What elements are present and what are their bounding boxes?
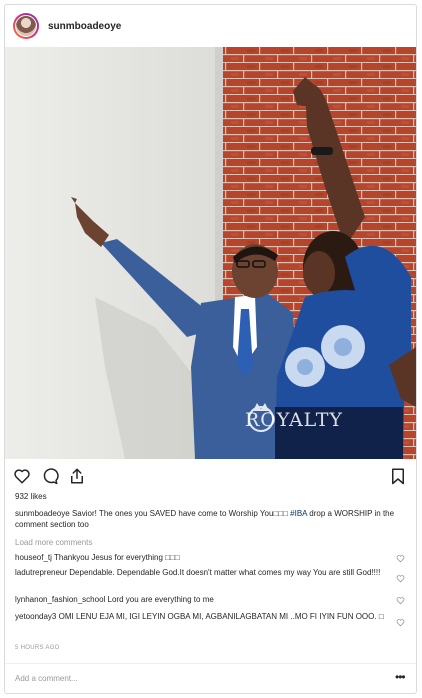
- comment-text: Thankyou Jesus for everything □□□: [54, 553, 180, 562]
- likes-count[interactable]: 932 likes: [15, 492, 47, 501]
- comment-username[interactable]: yetoonday3: [15, 612, 56, 621]
- comment-like-icon[interactable]: [396, 596, 405, 605]
- comment-item: lynhanon_fashion_school Lord you are eve…: [15, 594, 391, 605]
- comment-text: OMI LENU EJA MI, IGI LEYIN OGBA MI, AGBA…: [58, 612, 384, 621]
- watermark-text: ROYALTY: [245, 409, 343, 431]
- load-more-comments[interactable]: Load more comments: [15, 538, 92, 547]
- comment-like-icon[interactable]: [396, 554, 405, 563]
- caption-username[interactable]: sunmboadeoye: [15, 509, 70, 518]
- more-options-icon[interactable]: •••: [395, 670, 406, 684]
- comment-icon[interactable]: [41, 467, 59, 485]
- bookmark-icon[interactable]: [389, 467, 407, 485]
- comment-item: houseof_tj Thankyou Jesus for everything…: [15, 552, 391, 563]
- instagram-post-card: sunmboadeoye ROYALTY 932 likes sunmboade…: [4, 4, 417, 694]
- avatar[interactable]: [13, 13, 39, 39]
- heart-icon[interactable]: [13, 467, 31, 485]
- add-comment-input[interactable]: Add a comment...: [15, 674, 78, 683]
- action-bar: [5, 461, 416, 491]
- post-caption: sunmboadeoye Savior! The ones you SAVED …: [15, 508, 405, 530]
- comment-username[interactable]: ladutrepreneur: [15, 568, 67, 577]
- post-timestamp[interactable]: 5 HOURS AGO: [15, 645, 60, 651]
- comment-username[interactable]: lynhanon_fashion_school: [15, 595, 105, 604]
- comment-text: Dependable. Dependable God.It doesn't ma…: [69, 568, 381, 577]
- comment-like-icon[interactable]: [396, 574, 405, 583]
- post-image: [5, 47, 416, 459]
- share-icon[interactable]: [68, 467, 86, 485]
- caption-hashtag[interactable]: #IBA: [290, 509, 307, 518]
- divider: [5, 663, 416, 664]
- caption-text: Savior! The ones you SAVED have come to …: [71, 509, 288, 518]
- comment-text: Lord you are everything to me: [107, 595, 214, 604]
- comment-username[interactable]: houseof_tj: [15, 553, 52, 562]
- comment-like-icon[interactable]: [396, 618, 405, 627]
- comment-item: ladutrepreneur Dependable. Dependable Go…: [15, 567, 391, 578]
- post-username[interactable]: sunmboadeoye: [48, 21, 121, 32]
- comment-item: yetoonday3 OMI LENU EJA MI, IGI LEYIN OG…: [15, 611, 391, 622]
- post-photo[interactable]: ROYALTY: [5, 47, 416, 459]
- post-header: sunmboadeoye: [5, 5, 416, 47]
